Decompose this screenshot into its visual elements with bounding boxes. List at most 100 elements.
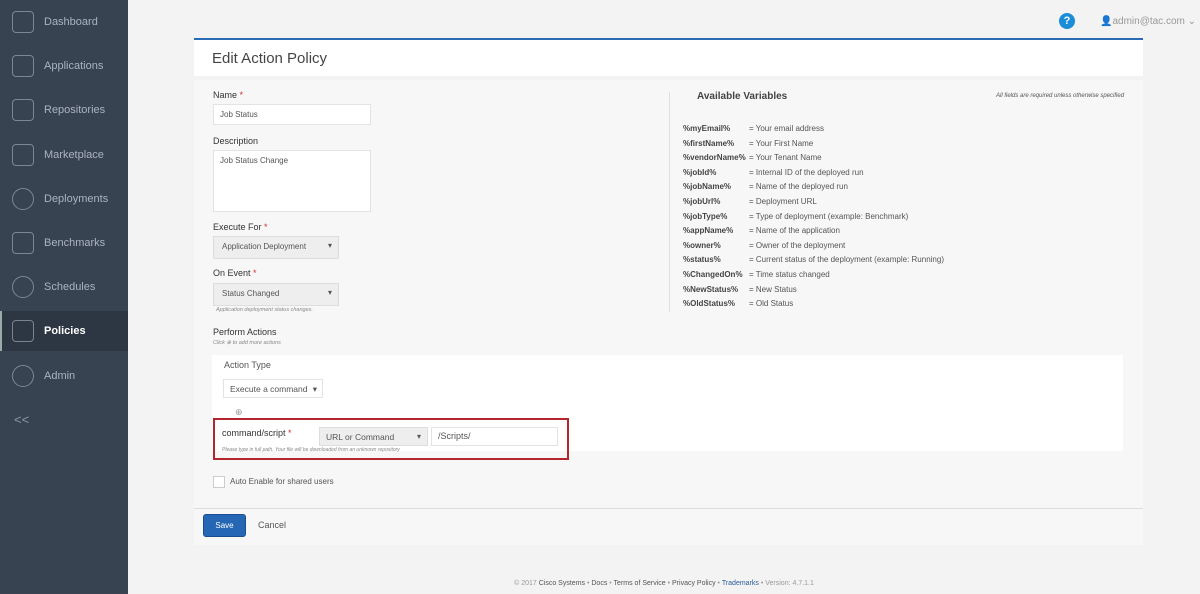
sidebar-item-marketplace[interactable]: Marketplace xyxy=(0,135,128,175)
clock-icon xyxy=(12,276,34,298)
user-menu[interactable]: 👤admin@tac.com ⌄ xyxy=(1100,16,1196,27)
variable-name: %jobUrl% xyxy=(683,196,721,206)
execute-for-label: Execute For * xyxy=(213,222,268,232)
variable-row: %jobType% = Type of deployment (example: … xyxy=(683,210,944,225)
cancel-button[interactable]: Cancel xyxy=(258,520,286,530)
variable-name: %vendorName% xyxy=(683,153,746,163)
on-event-select[interactable]: Status Changed xyxy=(213,283,339,306)
cart-icon xyxy=(12,144,34,166)
variable-row: %appName% = Name of the application xyxy=(683,224,944,239)
required-note: All fields are required unless otherwise… xyxy=(996,93,1125,99)
available-variables-title: Available Variables xyxy=(697,91,788,102)
label: Marketplace xyxy=(44,149,104,161)
chevron-down-icon: ⌄ xyxy=(1187,16,1197,27)
divider xyxy=(194,508,1143,509)
variable-description: = Old Status xyxy=(749,299,794,309)
page-title: Edit Action Policy xyxy=(212,50,328,67)
variable-description: = Your email address xyxy=(749,124,824,133)
variable-row: %vendorName% = Your Tenant Name xyxy=(683,151,944,166)
user-icon: 👤 xyxy=(1100,16,1113,27)
name-input[interactable]: Job Status xyxy=(213,104,371,125)
dashboard-icon xyxy=(12,11,34,33)
sidebar-item-policies[interactable]: Policies xyxy=(0,311,128,351)
label: Applications xyxy=(44,60,104,72)
variable-row: %jobId% = Internal ID of the deployed run xyxy=(683,166,944,181)
sidebar-item-dashboard[interactable]: Dashboard xyxy=(0,2,128,42)
copyright: © 2017 xyxy=(514,580,537,587)
variable-row: %jobName% = Name of the deployed run xyxy=(683,180,944,195)
variable-description: = Current status of the deployment (exam… xyxy=(749,255,944,265)
on-event-label: On Event * xyxy=(213,268,257,278)
variable-row: %owner% = Owner of the deployment xyxy=(683,239,944,254)
repository-icon xyxy=(12,99,34,121)
cloud-icon xyxy=(12,188,34,210)
collapse-sidebar-button[interactable]: << xyxy=(14,412,29,427)
label: Repositories xyxy=(44,104,106,116)
variable-name: %jobName% xyxy=(683,182,732,192)
command-hint: Please type in full path. Your file will… xyxy=(222,447,400,453)
gears-icon xyxy=(12,365,34,387)
sidebar-item-applications[interactable]: Applications xyxy=(0,46,128,86)
perform-actions-hint: Click ⊕ to add more actions xyxy=(213,340,281,346)
variable-row: %NewStatus% = New Status xyxy=(683,283,944,298)
label: Deployments xyxy=(44,193,109,205)
command-type-select[interactable]: URL or Command xyxy=(319,427,428,446)
variable-name: %OldStatus% xyxy=(683,299,736,309)
sidebar-item-benchmarks[interactable]: Benchmarks xyxy=(0,223,128,263)
variable-row: %status% = Current status of the deployme… xyxy=(683,253,944,268)
perform-actions-label: Perform Actions xyxy=(213,327,277,337)
sidebar-item-admin[interactable]: Admin xyxy=(0,356,128,396)
variable-name: %firstName% xyxy=(683,138,735,148)
variable-description: = Name of the application xyxy=(749,226,840,236)
label: Schedules xyxy=(44,281,96,293)
execute-for-select[interactable]: Application Deployment xyxy=(213,236,339,259)
variable-name: %appName% xyxy=(683,226,734,236)
variable-name: %NewStatus% xyxy=(683,284,739,294)
label: Admin xyxy=(44,370,76,382)
label: Policies xyxy=(44,325,86,337)
variable-row: %firstName% = Your First Name xyxy=(683,137,944,152)
bar-chart-icon xyxy=(12,232,34,254)
variable-name: %jobType% xyxy=(683,211,728,221)
command-input[interactable]: /Scripts/ xyxy=(431,427,558,446)
variable-row: %jobUrl% = Deployment URL xyxy=(683,195,944,210)
action-type-label: Action Type xyxy=(224,360,271,370)
page-header: Edit Action Policy xyxy=(194,38,1143,76)
variable-description: = Name of the deployed run xyxy=(749,182,848,192)
variables-list: %myEmail% = Your email address %firstName%… xyxy=(683,122,944,312)
version: Version: 4.7.1.1 xyxy=(765,580,814,587)
variable-row: %ChangedOn% = Time status changed xyxy=(683,268,944,283)
variable-row: %OldStatus% = Old Status xyxy=(683,297,944,312)
variable-row: %myEmail% = Your email address xyxy=(683,122,944,137)
add-action-icon[interactable]: ⊕ xyxy=(235,407,243,418)
variable-name: %myEmail% xyxy=(683,124,731,133)
variable-description: = Your First Name xyxy=(749,138,814,148)
save-button[interactable]: Save xyxy=(203,514,246,537)
docs-link[interactable]: Docs xyxy=(591,580,607,587)
description-textarea[interactable]: Job Status Change xyxy=(213,150,371,212)
variable-description: = Internal ID of the deployed run xyxy=(749,167,864,177)
label: Benchmarks xyxy=(44,237,106,249)
trademarks-link[interactable]: Trademarks xyxy=(722,580,759,587)
variable-name: %status% xyxy=(683,255,721,265)
variable-description: = New Status xyxy=(749,284,797,294)
help-icon[interactable]: ? xyxy=(1059,13,1075,29)
sidebar-item-deployments[interactable]: Deployments xyxy=(0,179,128,219)
company-link[interactable]: Cisco Systems xyxy=(539,580,585,587)
terms-link[interactable]: Terms of Service xyxy=(614,580,666,587)
variable-description: = Owner of the deployment xyxy=(749,240,846,250)
gavel-icon xyxy=(12,320,34,342)
variable-name: %ChangedOn% xyxy=(683,269,743,279)
label: Dashboard xyxy=(44,16,98,28)
on-event-hint: Application deployment status changes. xyxy=(216,307,313,313)
sidebar-item-schedules[interactable]: Schedules xyxy=(0,267,128,307)
variable-description: = Deployment URL xyxy=(749,196,817,206)
footer: © 2017 Cisco Systems • Docs • Terms of S… xyxy=(514,580,814,587)
action-type-select[interactable]: Execute a command ▾ xyxy=(223,379,323,398)
sidebar-item-repositories[interactable]: Repositories xyxy=(0,90,128,130)
privacy-link[interactable]: Privacy Policy xyxy=(672,580,716,587)
name-label: Name * xyxy=(213,90,244,100)
variable-description: = Time status changed xyxy=(749,269,830,279)
divider xyxy=(669,92,670,312)
auto-enable-checkbox[interactable] xyxy=(213,476,225,488)
